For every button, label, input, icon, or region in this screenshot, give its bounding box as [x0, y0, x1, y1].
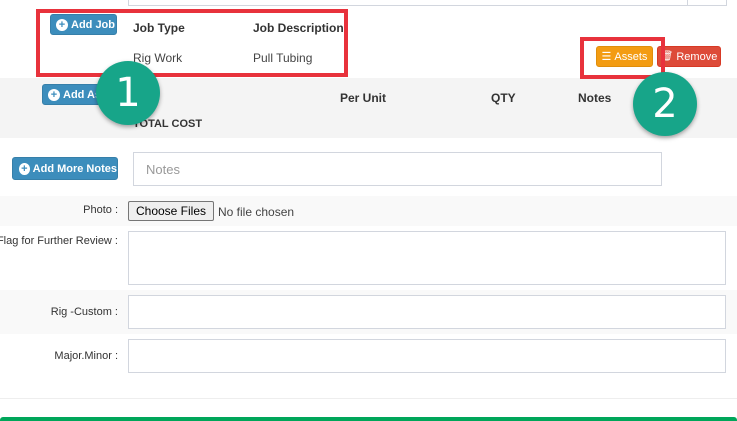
choose-files-button[interactable]: Choose Files — [128, 201, 214, 221]
photo-label: Photo : — [83, 204, 118, 216]
flag-review-textarea[interactable] — [128, 231, 726, 285]
notes-header: Notes — [578, 91, 612, 105]
remove-button[interactable]: 🗑 Remove — [657, 46, 721, 67]
top-input-partial[interactable] — [128, 0, 688, 6]
annotation-badge-2: 2 — [633, 72, 697, 136]
per-unit-header: Per Unit — [340, 91, 387, 105]
file-status-text: No file chosen — [218, 205, 295, 219]
highlight-box-2 — [580, 37, 665, 79]
major-minor-input[interactable] — [128, 339, 726, 373]
qty-header: QTY — [491, 91, 516, 105]
bottom-box-border — [0, 417, 737, 421]
annotation-badge-1: 1 — [96, 61, 160, 125]
add-more-notes-button[interactable]: + Add More Notes — [12, 157, 118, 180]
highlight-box-1 — [36, 9, 348, 77]
add-asset-button[interactable]: + Add As — [42, 84, 104, 105]
plus-circle-icon: + — [48, 88, 60, 101]
rig-custom-label: Rig -Custom : — [50, 306, 118, 318]
plus-circle-icon: + — [19, 162, 30, 175]
notes-input[interactable]: Notes — [133, 152, 662, 186]
rig-custom-input[interactable] — [128, 295, 726, 329]
flag-review-label: Flag for Further Review : — [0, 235, 118, 247]
divider — [0, 398, 737, 399]
remove-button-label: Remove — [676, 50, 718, 63]
top-select-partial[interactable] — [687, 0, 727, 6]
add-more-notes-label: Add More Notes — [32, 162, 117, 175]
major-minor-label: Major.Minor : — [54, 350, 118, 362]
